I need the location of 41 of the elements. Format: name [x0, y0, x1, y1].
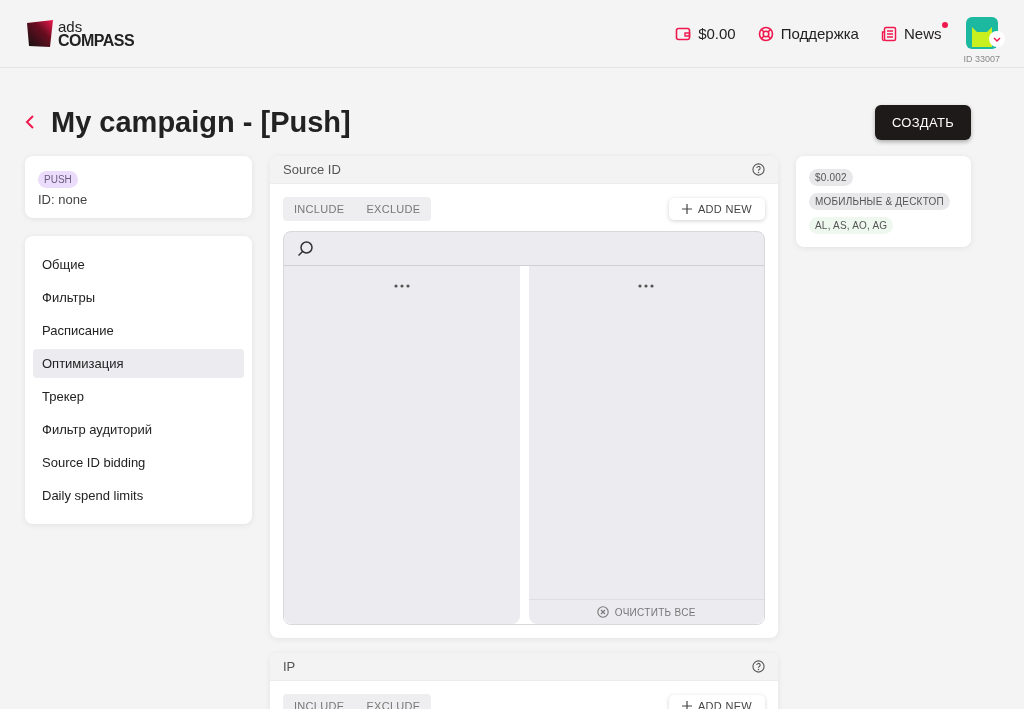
sidebar-item[interactable]: Фильтр аудиторий — [33, 415, 244, 444]
more-icon[interactable] — [638, 284, 655, 288]
sidebar-item[interactable]: Оптимизация — [33, 349, 244, 378]
balance-link[interactable]: $0.00 — [675, 25, 736, 42]
panel-title: Source ID — [283, 162, 341, 177]
plus-icon — [681, 701, 692, 709]
sidebar-item[interactable]: Фильтры — [33, 283, 244, 312]
lifebuoy-icon — [757, 25, 774, 42]
logo-icon — [25, 18, 55, 49]
tab[interactable]: EXCLUDE — [355, 199, 432, 219]
add-new-button[interactable]: ADD NEW — [668, 198, 765, 220]
logo-text: ads — [58, 19, 83, 34]
close-icon — [596, 606, 609, 618]
clear-all-button[interactable]: ОЧИСТИТЬ ВСЕ — [528, 599, 764, 624]
page-title: My campaign - [Push] — [51, 105, 351, 139]
campaign-id: ID: none — [38, 192, 89, 207]
panel-title: IP — [283, 659, 296, 674]
tag: МОБИЛЬНЫЕ & ДЕСКТОП — [809, 193, 950, 210]
news-link[interactable]: News — [880, 25, 942, 42]
logo-text: COMPASS — [58, 33, 135, 48]
plus-icon — [681, 204, 692, 214]
type-badge: PUSH — [38, 171, 78, 188]
sidebar-item[interactable]: Трекер — [33, 382, 244, 411]
help-icon[interactable] — [752, 660, 765, 673]
help-icon[interactable] — [752, 163, 765, 176]
sidebar-item[interactable]: Source ID bidding — [33, 448, 244, 477]
sidebar-item[interactable]: Расписание — [33, 316, 244, 345]
search-icon — [297, 240, 314, 257]
more-icon[interactable] — [393, 284, 410, 288]
user-id: ID 33007 — [963, 54, 1000, 64]
sidebar-item[interactable]: Daily spend limits — [33, 481, 244, 510]
newspaper-icon — [880, 25, 897, 42]
tag: $0.002 — [809, 169, 853, 186]
create-button[interactable]: СОЗДАТЬ — [874, 104, 971, 140]
support-link[interactable]: Поддержка — [757, 25, 859, 42]
sidebar-item[interactable]: Общие — [33, 250, 244, 279]
dropdown-icon[interactable] — [989, 31, 1006, 47]
tab[interactable]: INCLUDE — [283, 199, 356, 219]
wallet-icon — [675, 25, 692, 42]
back-icon[interactable] — [25, 115, 35, 129]
tag: AL, AS, AO, AG — [809, 217, 894, 234]
